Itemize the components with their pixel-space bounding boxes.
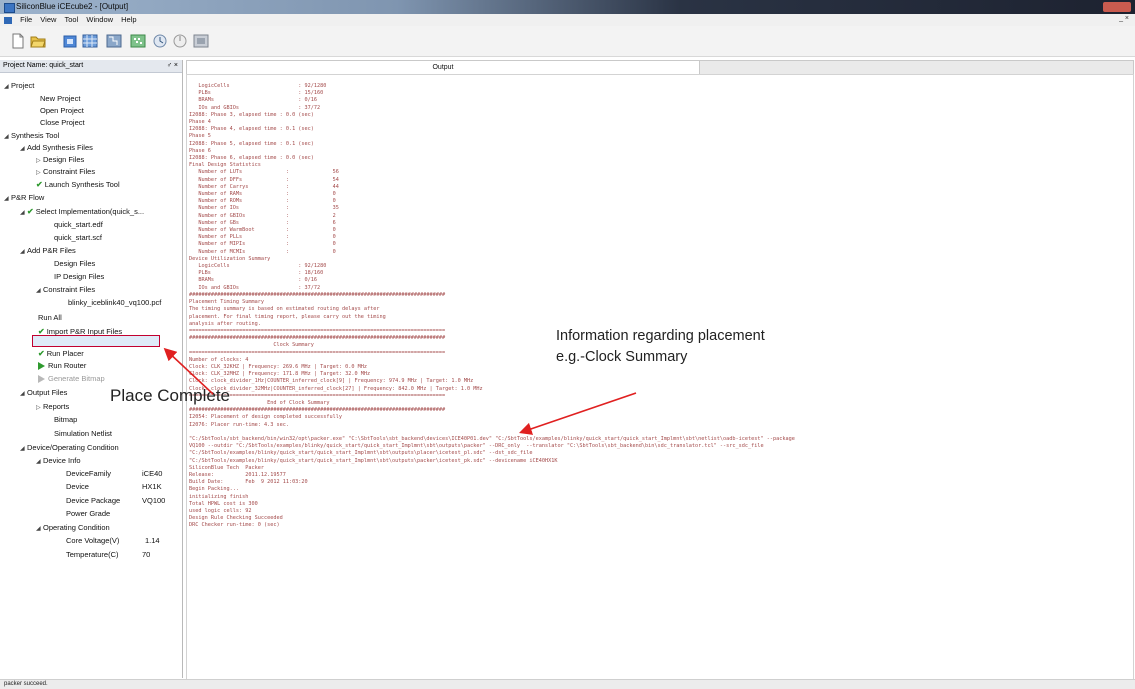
annotation-arrows xyxy=(163,347,637,435)
arrow-to-clock-summary xyxy=(518,392,637,435)
arrow-to-run-placer xyxy=(163,347,214,395)
